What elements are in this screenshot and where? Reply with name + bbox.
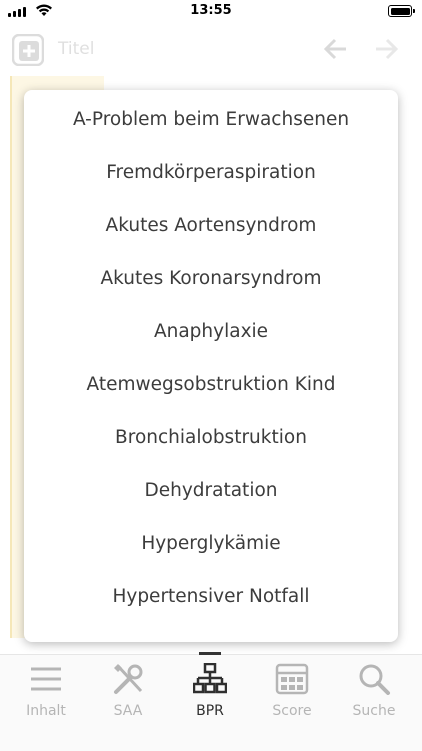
add-document-icon[interactable] [12,34,44,66]
status-bar: 13:55 [0,0,422,24]
tab-saa[interactable]: SAA [86,663,170,719]
list-item[interactable]: Fremdkörperaspiration [24,146,398,199]
tab-score[interactable]: Score [250,663,334,719]
topic-popup-menu: A-Problem beim Erwachsenen Fremdkörperas… [24,90,398,642]
list-item[interactable]: Hypertensiver Notfall [24,570,398,623]
back-arrow-icon[interactable] [322,37,348,61]
tab-suche[interactable]: Suche [332,663,416,719]
tab-bpr[interactable]: BPR [168,663,252,719]
active-tab-indicator [199,652,221,655]
list-item[interactable]: Anaphylaxie [24,305,398,358]
status-time: 13:55 [190,3,232,18]
page-title: Titel [58,39,95,59]
battery-icon [388,5,415,17]
search-icon [359,664,390,695]
tools-icon [114,664,143,694]
topic-list: A-Problem beim Erwachsenen Fremdkörperas… [24,90,398,623]
app-header: Titel [0,24,422,74]
grid-icon [275,663,309,695]
list-item[interactable]: Akutes Koronarsyndrom [24,252,398,305]
tab-label: Score [272,703,312,719]
list-item[interactable]: Atemwegsobstruktion Kind [24,358,398,411]
tab-label: Suche [352,703,396,719]
list-item[interactable]: Bronchialobstruktion [24,411,398,464]
list-item[interactable]: Akutes Aortensyndrom [24,199,398,252]
tab-label: Inhalt [26,703,66,719]
list-item[interactable]: Dehydratation [24,464,398,517]
sitemap-icon [193,663,227,694]
tab-label: BPR [196,703,224,719]
forward-arrow-icon[interactable] [374,37,400,61]
list-item[interactable]: Hyperglykämie [24,517,398,570]
list-item[interactable]: A-Problem beim Erwachsenen [24,93,398,146]
tab-inhalt[interactable]: Inhalt [4,663,88,719]
menu-icon [31,667,61,691]
tab-bar: Inhalt SAA BPR Score Suche [0,652,422,751]
tab-label: SAA [113,703,143,719]
